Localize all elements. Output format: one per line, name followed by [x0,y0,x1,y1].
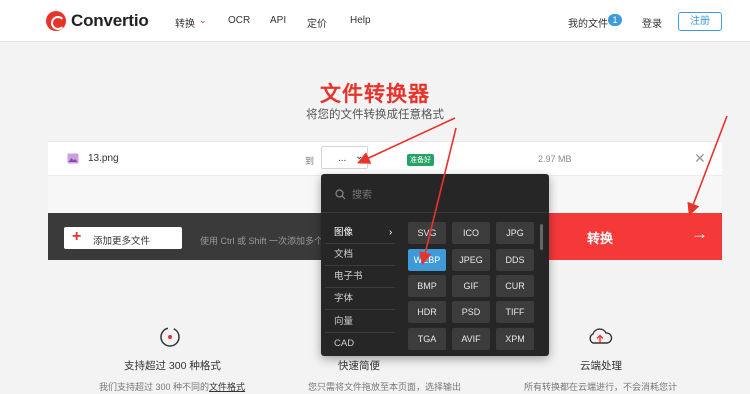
dropdown-scrollbar[interactable] [540,224,543,250]
convertio-logo-icon [46,11,66,31]
feature-title-cloud: 云端处理 [580,360,622,372]
to-label: 到 [305,156,315,166]
nav-help[interactable]: Help [350,15,371,26]
convert-label: 转换 [587,231,614,246]
formats-circle-icon [160,327,180,347]
format-avif[interactable]: AVIF [452,328,490,350]
format-jpg[interactable]: JPG [496,222,534,244]
my-files-count-badge: 1 [608,14,622,26]
add-more-files-label: 添加更多文件 [93,236,151,247]
format-gif[interactable]: GIF [452,275,490,297]
format-xpm[interactable]: XPM [496,328,534,350]
multi-select-hint: 使用 Ctrl 或 Shift 一次添加多个文件 [200,236,324,246]
nav-pricing[interactable]: 定价 [307,15,327,30]
format-cur[interactable]: CUR [496,275,534,297]
format-webp[interactable]: WEBP [408,249,446,271]
feature-desc-fast: 您只需将文件拖放至本页面，选择输出 [308,382,462,392]
category-vector[interactable]: 向量 [325,311,395,333]
chevron-right-icon: › [389,227,393,238]
file-row: 13.png 到 ... ⌄ 准备好 2.97 MB ✕ [48,141,722,175]
format-tga[interactable]: TGA [408,328,446,350]
category-label: 图像 [334,227,354,238]
format-ico[interactable]: ICO [452,222,490,244]
category-font[interactable]: 字体 [325,288,395,310]
feature-desc-cloud: 所有转换都在云端进行，不会消耗您计 [524,382,678,392]
chevron-down-icon[interactable]: ⌄ [199,15,207,26]
status-badge: 准备好 [407,154,434,166]
file-name: 13.png [88,153,119,164]
convert-button[interactable]: 转换 → [545,213,722,260]
divider [321,212,549,213]
remove-file-close-icon[interactable]: ✕ [694,150,706,167]
format-hdr[interactable]: HDR [408,301,446,323]
image-file-icon [67,153,79,164]
page-subtitle: 将您的文件转换成任意格式 [306,109,444,121]
feature-title-fast: 快速简便 [338,360,380,372]
format-tiff[interactable]: TIFF [496,301,534,323]
page-title: 文件转换器 [320,83,430,106]
nav-api[interactable]: API [270,15,286,26]
category-ebook[interactable]: 电子书 [325,266,395,288]
nav-ocr[interactable]: OCR [228,15,250,26]
format-select-value: ... [338,153,347,164]
signup-button[interactable]: 注册 [678,12,722,31]
logo[interactable]: Convertio [46,11,149,31]
logo-text: Convertio [71,11,149,30]
format-dropdown: 图像 › 文档 电子书 字体 向量 CAD SVG ICO JPG WEBP J… [321,174,549,356]
login-link[interactable]: 登录 [642,15,662,30]
cloud-upload-icon [589,328,613,344]
format-jpeg[interactable]: JPEG [452,249,490,271]
format-dds[interactable]: DDS [496,249,534,271]
plus-icon: + [72,228,82,245]
category-image[interactable]: 图像 › [325,222,395,244]
format-bmp[interactable]: BMP [408,275,446,297]
file-size: 2.97 MB [538,154,572,164]
category-cad[interactable]: CAD [325,333,395,355]
arrow-right-icon: → [691,224,708,243]
my-files-link[interactable]: 我的文件 [568,15,608,30]
nav-convert[interactable]: 转换 [175,15,195,30]
format-psd[interactable]: PSD [452,301,490,323]
add-more-files-button[interactable]: + 添加更多文件 [64,227,182,249]
top-navigation-bar: Convertio 转换 ⌄ OCR API 定价 Help 我的文件 1 登录… [0,0,750,42]
feature-title-formats: 支持超过 300 种格式 [124,360,221,372]
category-document[interactable]: 文档 [325,244,395,266]
file-formats-link[interactable]: 文件格式 [209,382,245,392]
output-format-select[interactable]: ... ⌄ [321,146,368,169]
feature-desc-formats: 我们支持超过 300 种不同的文件格式 [99,382,246,392]
chevron-down-icon: ⌄ [355,151,364,162]
search-icon [335,189,346,200]
format-svg[interactable]: SVG [408,222,446,244]
format-search-input[interactable] [352,188,462,203]
